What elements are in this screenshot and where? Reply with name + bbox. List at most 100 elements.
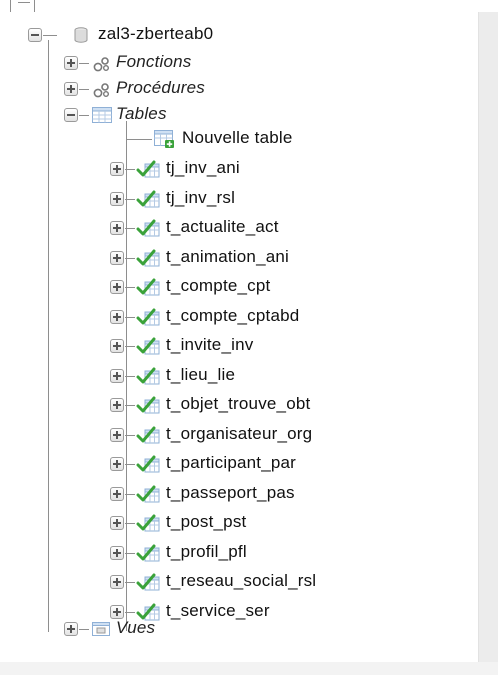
table-icon xyxy=(136,278,160,296)
functions-label[interactable]: Fonctions xyxy=(116,52,192,72)
procedures-label[interactable]: Procédures xyxy=(116,78,205,98)
table-row[interactable]: t_invite_inv xyxy=(110,334,450,358)
table-icon xyxy=(136,190,160,208)
views-label[interactable]: Vues xyxy=(116,618,155,638)
expand-toggle[interactable] xyxy=(110,457,124,471)
table-name[interactable]: t_actualite_act xyxy=(166,217,279,237)
expand-toggle[interactable] xyxy=(110,162,124,176)
table-row[interactable]: t_reseau_social_rsl xyxy=(110,570,450,594)
table-row[interactable]: t_organisateur_org xyxy=(110,423,450,447)
table-icon xyxy=(136,396,160,414)
table-name[interactable]: t_profil_pfl xyxy=(166,542,247,562)
expand-toggle[interactable] xyxy=(110,487,124,501)
table-row[interactable]: t_animation_ani xyxy=(110,246,450,270)
table-name[interactable]: t_lieu_lie xyxy=(166,365,235,385)
table-row[interactable]: t_compte_cptabd xyxy=(110,305,450,329)
table-icon xyxy=(136,544,160,562)
tree-guide-line xyxy=(125,199,135,200)
new-table-label[interactable]: Nouvelle table xyxy=(182,128,293,148)
vertical-scrollbar[interactable] xyxy=(478,12,498,662)
table-name[interactable]: t_post_pst xyxy=(166,512,246,532)
table-name[interactable]: t_passeport_pas xyxy=(166,483,295,503)
tables-group-icon xyxy=(92,107,112,123)
expand-toggle[interactable] xyxy=(110,398,124,412)
expand-toggle[interactable] xyxy=(64,56,78,70)
tables-group-node[interactable]: Tables xyxy=(64,103,364,127)
table-name[interactable]: t_participant_par xyxy=(166,453,296,473)
expand-toggle[interactable] xyxy=(110,280,124,294)
expand-toggle[interactable] xyxy=(110,369,124,383)
database-icon xyxy=(74,27,88,43)
procedures-node[interactable]: Procédures xyxy=(64,77,364,101)
functions-icon xyxy=(93,57,109,72)
tables-label[interactable]: Tables xyxy=(116,104,167,124)
expand-toggle[interactable] xyxy=(110,516,124,530)
tree-guide-line xyxy=(48,40,49,632)
table-icon xyxy=(136,367,160,385)
functions-node[interactable]: Fonctions xyxy=(64,51,364,75)
expand-toggle[interactable] xyxy=(110,546,124,560)
table-name[interactable]: tj_inv_ani xyxy=(166,158,240,178)
table-icon xyxy=(136,426,160,444)
tree-guide-line xyxy=(125,523,135,524)
table-row[interactable]: t_post_pst xyxy=(110,511,450,535)
expand-toggle[interactable] xyxy=(110,339,124,353)
table-row[interactable]: t_participant_par xyxy=(110,452,450,476)
expand-toggle[interactable] xyxy=(110,428,124,442)
table-icon xyxy=(136,249,160,267)
tree-guide-line xyxy=(125,582,135,583)
collapse-toggle[interactable] xyxy=(28,28,42,42)
new-table-node[interactable]: Nouvelle table xyxy=(126,127,426,151)
expand-toggle[interactable] xyxy=(110,310,124,324)
tree-guide-line xyxy=(125,228,135,229)
table-row[interactable]: t_actualite_act xyxy=(110,216,450,240)
tree-guide-line xyxy=(43,35,57,36)
table-row[interactable]: t_passeport_pas xyxy=(110,482,450,506)
horizontal-scrollbar[interactable] xyxy=(0,662,498,675)
table-icon xyxy=(136,455,160,473)
tree-guide-line xyxy=(125,405,135,406)
expand-toggle[interactable] xyxy=(64,82,78,96)
tree-guide-line xyxy=(125,435,135,436)
table-name[interactable]: t_organisateur_org xyxy=(166,424,312,444)
table-name[interactable]: t_animation_ani xyxy=(166,247,289,267)
new-table-icon xyxy=(154,130,174,148)
table-row[interactable]: t_objet_trouve_obt xyxy=(110,393,450,417)
tree-guide-line xyxy=(125,317,135,318)
tree-guide-line xyxy=(125,258,135,259)
tree-guide-line xyxy=(126,139,152,140)
table-name[interactable]: t_reseau_social_rsl xyxy=(166,571,316,591)
procedures-icon xyxy=(93,83,109,98)
expand-toggle[interactable] xyxy=(110,221,124,235)
table-name[interactable]: tj_inv_rsl xyxy=(166,188,235,208)
table-name[interactable]: t_objet_trouve_obt xyxy=(166,394,310,414)
tree-guide-line xyxy=(79,115,89,116)
tree-guide-line xyxy=(79,629,89,630)
tree-guide-line xyxy=(125,494,135,495)
table-row[interactable]: t_lieu_lie xyxy=(110,364,450,388)
expand-toggle[interactable] xyxy=(110,192,124,206)
table-row[interactable]: t_compte_cpt xyxy=(110,275,450,299)
database-node[interactable]: zal3-zberteab0 xyxy=(28,23,328,47)
tree-guide-line xyxy=(125,169,135,170)
tree-guide-line xyxy=(79,89,89,90)
tree-guide-line xyxy=(79,63,89,64)
table-icon xyxy=(136,573,160,591)
table-row[interactable]: t_profil_pfl xyxy=(110,541,450,565)
expand-toggle[interactable] xyxy=(64,622,78,636)
table-icon xyxy=(136,485,160,503)
tree-guide-line xyxy=(125,553,135,554)
collapse-toggle[interactable] xyxy=(64,108,78,122)
views-node[interactable]: Vues xyxy=(64,617,364,641)
table-row[interactable]: tj_inv_rsl xyxy=(110,187,450,211)
navigation-tree: zal3-zberteab0 Fonctions Procédures Tabl… xyxy=(0,0,476,660)
table-row[interactable]: tj_inv_ani xyxy=(110,157,450,181)
table-name[interactable]: t_compte_cptabd xyxy=(166,306,299,326)
expand-toggle[interactable] xyxy=(110,251,124,265)
database-name[interactable]: zal3-zberteab0 xyxy=(98,24,213,44)
table-name[interactable]: t_compte_cpt xyxy=(166,276,270,296)
table-icon xyxy=(136,160,160,178)
expand-toggle[interactable] xyxy=(110,575,124,589)
table-name[interactable]: t_invite_inv xyxy=(166,335,253,355)
tree-guide-line xyxy=(10,0,11,12)
